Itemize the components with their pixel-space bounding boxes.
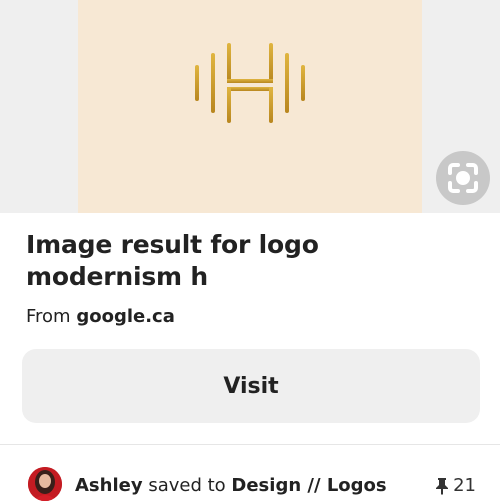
visual-search-button[interactable] [436,151,490,205]
h-logo-image [195,43,305,123]
avatar-image [28,467,62,501]
board-name[interactable]: Design // Logos [231,475,386,496]
avatar[interactable] [28,467,62,501]
saver-name[interactable]: Ashley [75,475,143,496]
source-prefix: From [26,306,71,327]
saved-by-text: Ashley saved to Design // Logos [75,475,387,496]
repin-count-value: 21 [453,475,476,496]
saved-verb: saved to [148,475,226,496]
pin-source: From google.ca [26,306,175,327]
source-link[interactable]: google.ca [76,306,175,327]
visit-button[interactable]: Visit [22,349,480,423]
divider [0,444,500,445]
pushpin-icon [436,477,449,495]
repin-count: 21 [435,475,476,496]
saved-by-row: Ashley saved to Design // Logos 21 [28,467,478,503]
pin-title: Image result for logo modernism h [26,230,319,291]
pin-image-area [0,0,500,213]
visual-search-icon [448,163,478,193]
